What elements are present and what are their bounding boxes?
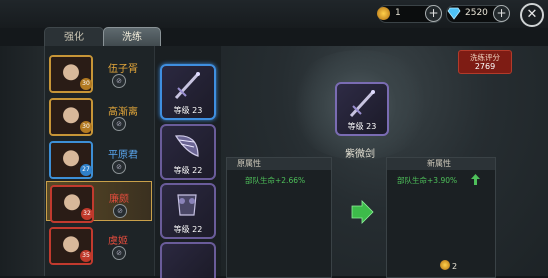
refine-ready-icon: ⊘ <box>113 204 127 218</box>
diamond-icon <box>447 7 461 20</box>
original-attributes-header: 原属性 <box>227 158 331 170</box>
hero-name: 高渐离 <box>108 107 138 118</box>
gold-coin-icon <box>440 260 450 270</box>
hero-row[interactable]: 30 高渐离 ⊘ <box>46 95 150 136</box>
hero-row[interactable]: 35 虞姬 ⊘ <box>46 224 150 265</box>
hero-name: 廉颇 <box>109 194 129 205</box>
hero-row-selected[interactable]: 32 廉颇 ⊘ <box>46 181 152 223</box>
refine-score-badge: 洗练评分 2769 <box>458 50 512 74</box>
refine-ready-icon: ⊘ <box>112 74 126 88</box>
left-strip <box>0 46 44 276</box>
refine-cost-amount: 2 <box>452 262 458 271</box>
selected-weapon-slot: 等级 23 <box>335 82 389 136</box>
weapon-level: 等级 23 <box>347 122 377 131</box>
item-slot[interactable] <box>160 242 216 278</box>
hero-level-badge: 27 <box>80 164 92 176</box>
close-button[interactable]: ✕ <box>520 3 544 27</box>
blade-icon <box>174 135 199 157</box>
hero-name: 虞姬 <box>108 236 128 247</box>
diamond-amount: 2520 <box>465 8 488 18</box>
gold-amount: 1 <box>395 8 401 18</box>
hero-row[interactable]: 30 伍子胥 ⊘ <box>46 52 150 93</box>
item-slot[interactable]: 等级 22 <box>160 183 216 239</box>
refine-ready-icon: ⊘ <box>112 160 126 174</box>
hero-name: 平原君 <box>108 150 138 161</box>
armor-icon <box>177 194 197 216</box>
hero-level-badge: 30 <box>80 121 92 133</box>
hero-name: 伍子胥 <box>108 64 138 75</box>
add-gold-button[interactable]: + <box>425 5 442 22</box>
refine-ready-icon: ⊘ <box>112 246 126 260</box>
item-level: 等级 22 <box>173 166 203 175</box>
add-diamond-button[interactable]: + <box>493 5 510 22</box>
hero-row[interactable]: 27 平原君 ⊘ <box>46 138 150 179</box>
increase-arrow-icon <box>471 174 480 185</box>
hero-level-badge: 32 <box>81 208 93 220</box>
sword-icon <box>174 72 200 100</box>
item-slot[interactable]: 等级 22 <box>160 124 216 180</box>
tab-enhance[interactable]: 强化 <box>44 27 104 48</box>
original-attributes-panel: 原属性 部队生命+2.66% <box>226 157 332 278</box>
hero-level-badge: 30 <box>80 78 92 90</box>
hero-level-badge: 35 <box>80 250 92 262</box>
item-slot[interactable]: 等级 23 <box>160 64 216 120</box>
tab-refine[interactable]: 洗练 <box>103 27 161 48</box>
original-attribute-value: 部队生命+2.66% <box>245 176 306 185</box>
new-attributes-header: 新属性 <box>387 158 495 170</box>
score-value: 2769 <box>474 62 496 71</box>
new-attributes-panel: 新属性 部队生命+3.90% <box>386 157 496 278</box>
gold-coin-icon <box>377 7 390 20</box>
item-level: 等级 23 <box>173 106 203 115</box>
item-level: 等级 22 <box>173 225 203 234</box>
close-icon: ✕ <box>526 7 538 22</box>
sword-icon <box>349 90 375 118</box>
refine-ready-icon: ⊘ <box>112 117 126 131</box>
new-attribute-value: 部队生命+3.90% <box>397 176 458 185</box>
arrow-right-icon <box>351 200 374 224</box>
